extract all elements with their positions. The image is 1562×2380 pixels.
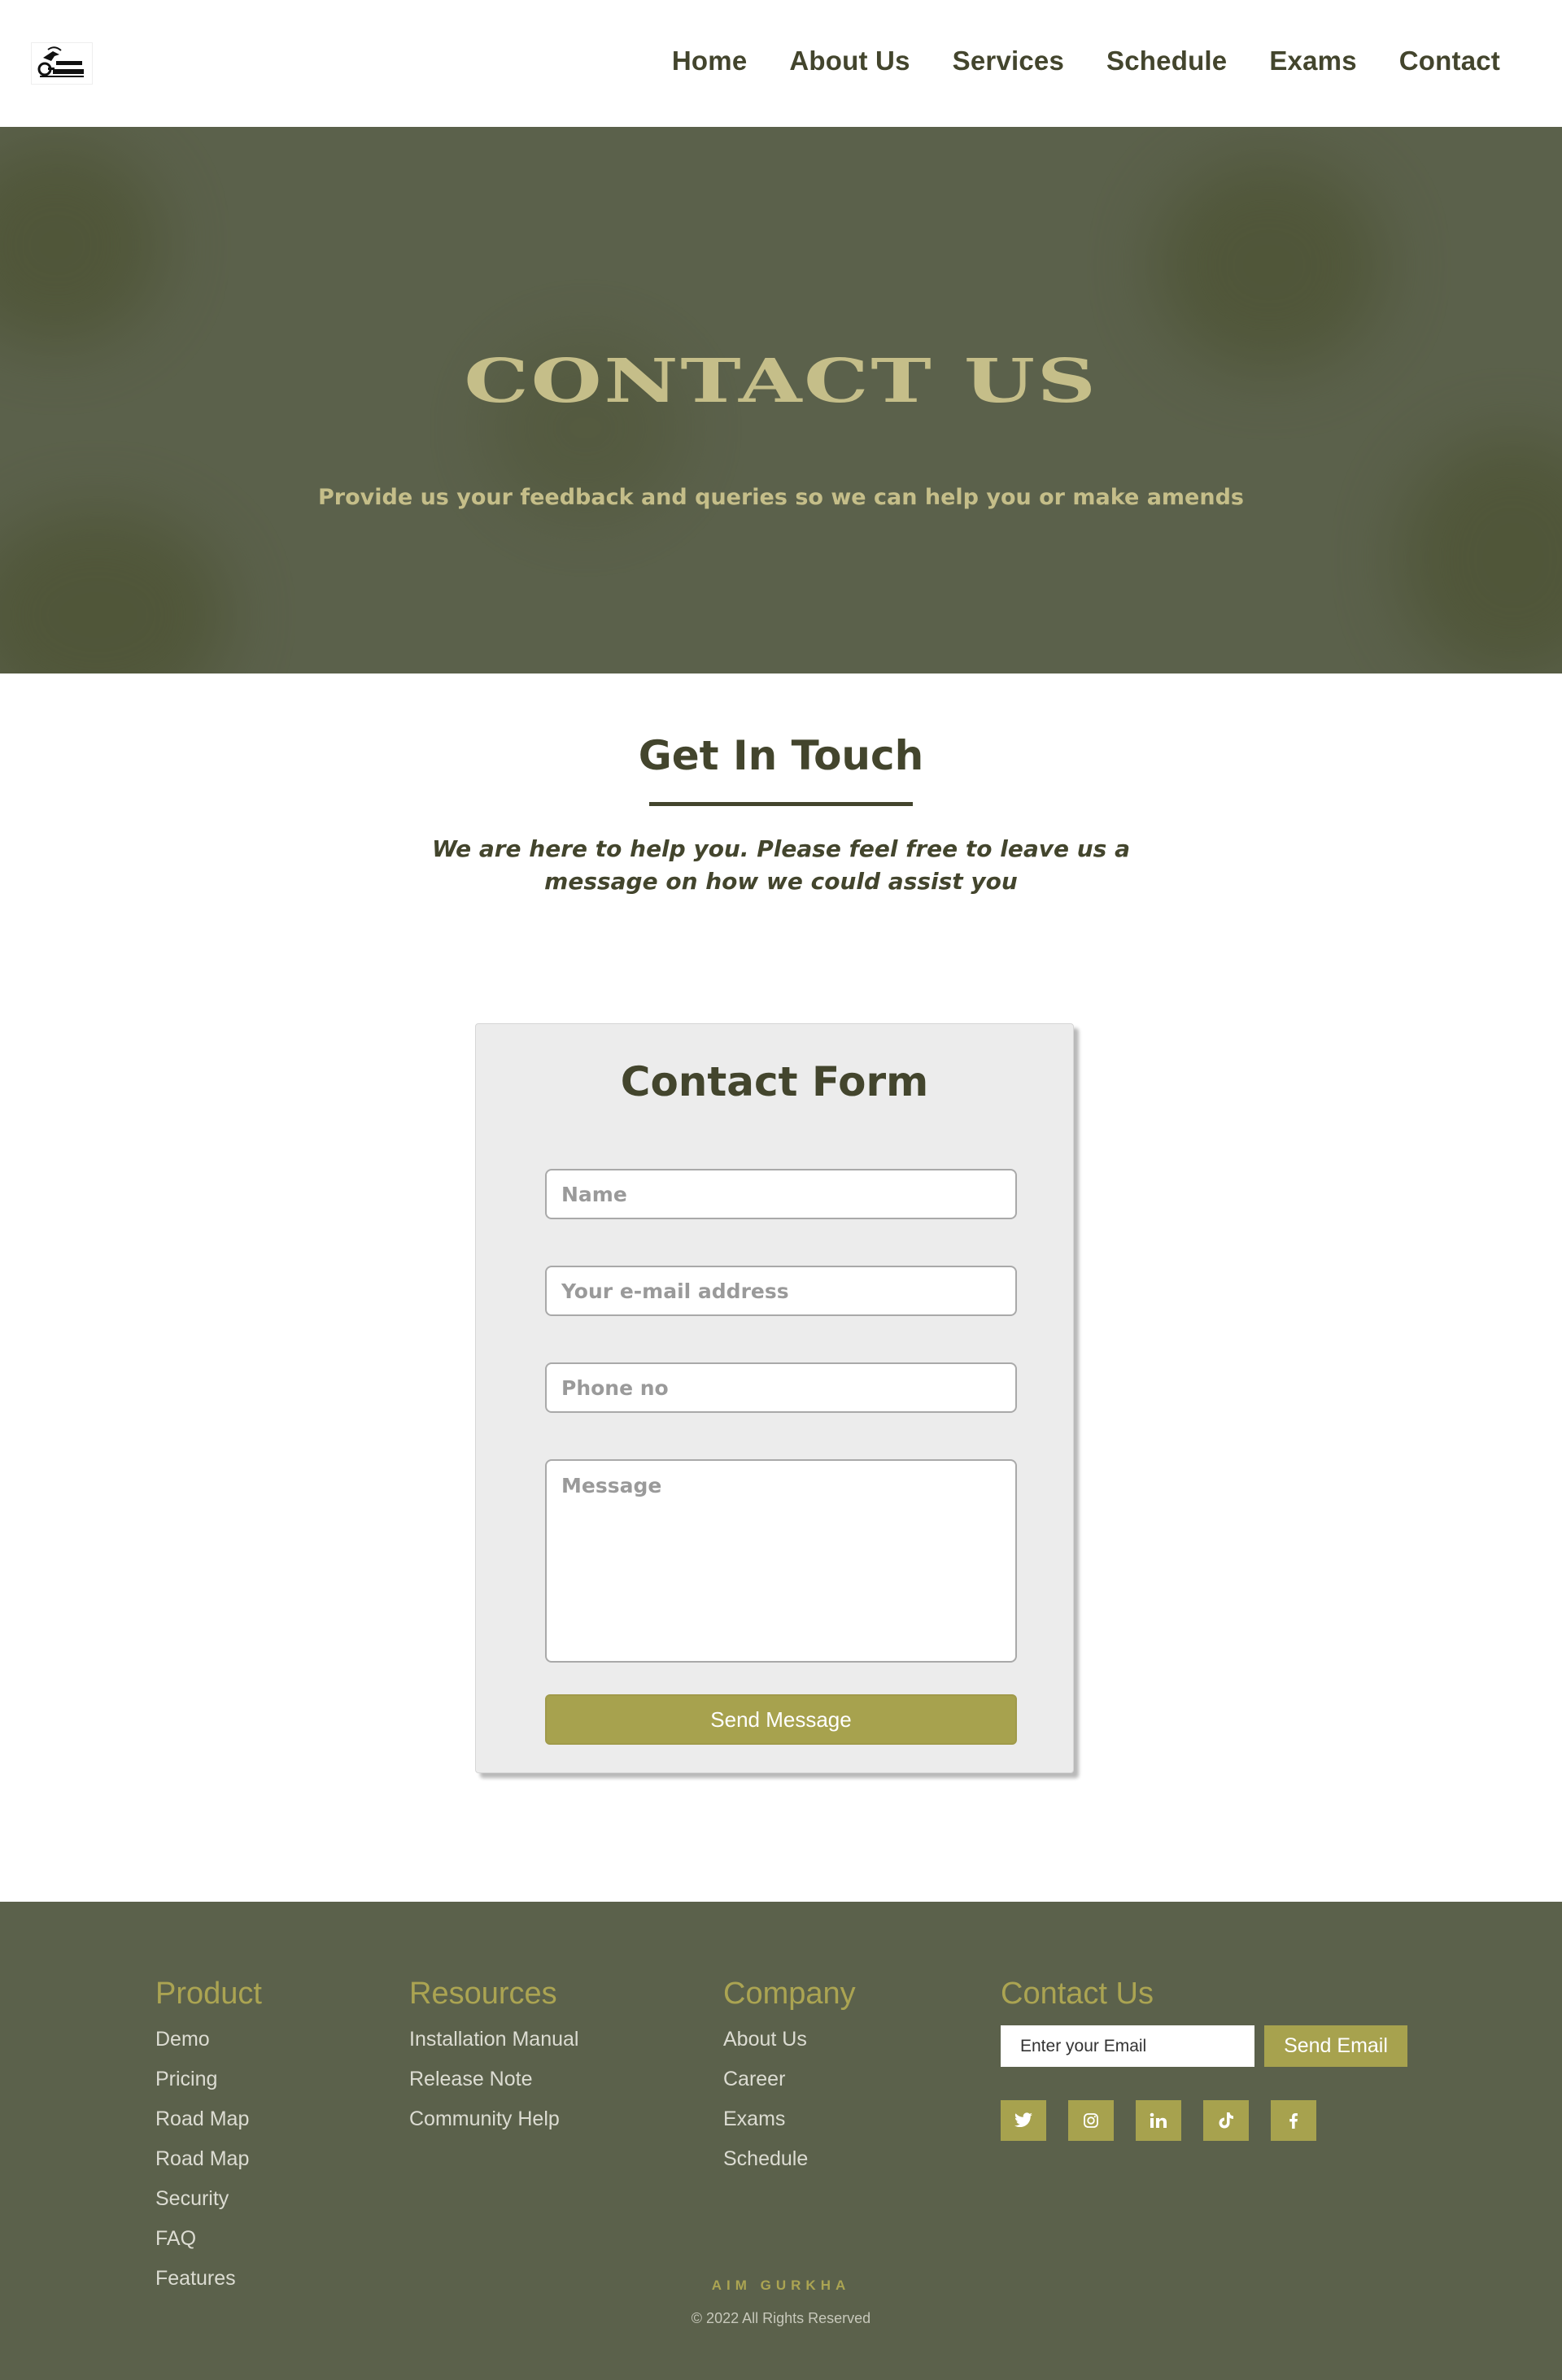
nav-schedule[interactable]: Schedule bbox=[1106, 46, 1227, 76]
footer-company-title: Company bbox=[723, 1977, 856, 2011]
footer-contact-title: Contact Us bbox=[1001, 1977, 1154, 2011]
facebook-icon[interactable] bbox=[1271, 2100, 1316, 2141]
get-in-touch-heading: Get In Touch bbox=[638, 732, 924, 779]
newsletter-email-input[interactable] bbox=[1001, 2025, 1254, 2067]
footer-brand: AIM GURKHA bbox=[711, 2278, 851, 2293]
name-input[interactable] bbox=[545, 1169, 1017, 1219]
message-textarea[interactable] bbox=[545, 1459, 1017, 1663]
instagram-icon[interactable] bbox=[1068, 2100, 1114, 2141]
site-logo[interactable] bbox=[31, 42, 93, 85]
site-header: Home About Us Services Schedule Exams Co… bbox=[0, 0, 1562, 127]
nav-home[interactable]: Home bbox=[672, 46, 748, 76]
footer-link-release-note[interactable]: Release Note bbox=[409, 2060, 578, 2099]
twitter-icon[interactable] bbox=[1001, 2100, 1046, 2141]
nav-services[interactable]: Services bbox=[953, 46, 1064, 76]
footer-link-security[interactable]: Security bbox=[155, 2179, 262, 2219]
linkedin-icon[interactable] bbox=[1136, 2100, 1181, 2141]
hero-title: CONTACT US bbox=[464, 347, 1098, 416]
footer-link-installation-manual[interactable]: Installation Manual bbox=[409, 2020, 578, 2060]
footer-resources-column: Resources Installation Manual Release No… bbox=[409, 1977, 578, 2139]
send-email-button[interactable]: Send Email bbox=[1264, 2025, 1407, 2067]
social-links bbox=[1001, 2100, 1316, 2141]
hero-blur-blob bbox=[0, 509, 228, 673]
nav-exams[interactable]: Exams bbox=[1269, 46, 1356, 76]
send-message-button[interactable]: Send Message bbox=[545, 1694, 1017, 1745]
footer-link-road-map-2[interactable]: Road Map bbox=[155, 2139, 262, 2179]
email-input[interactable] bbox=[545, 1266, 1017, 1316]
footer-resources-title: Resources bbox=[409, 1977, 557, 2011]
footer-product-column: Product Demo Pricing Road Map Road Map S… bbox=[155, 1977, 262, 2299]
phone-input[interactable] bbox=[545, 1362, 1017, 1413]
nav-contact[interactable]: Contact bbox=[1399, 46, 1500, 76]
contact-form-card: Contact Form Send Message bbox=[475, 1023, 1074, 1773]
hero-blur-blob bbox=[1155, 159, 1383, 371]
hero-subtitle: Provide us your feedback and queries so … bbox=[318, 485, 1244, 510]
get-in-touch-text: We are here to help you. Please feel fre… bbox=[432, 835, 1130, 895]
hero-blur-blob bbox=[0, 143, 163, 347]
footer-link-career[interactable]: Career bbox=[723, 2060, 856, 2099]
footer-company-column: Company About Us Career Exams Schedule bbox=[723, 1977, 856, 2179]
footer-link-schedule[interactable]: Schedule bbox=[723, 2139, 856, 2179]
site-footer: Product Demo Pricing Road Map Road Map S… bbox=[0, 1902, 1562, 2380]
contact-form-title: Contact Form bbox=[620, 1058, 929, 1105]
hero-blur-blob bbox=[1399, 436, 1562, 673]
footer-contact-column: Contact Us Send Email bbox=[1001, 1977, 1424, 2172]
footer-link-demo[interactable]: Demo bbox=[155, 2020, 262, 2060]
footer-product-title: Product bbox=[155, 1977, 262, 2011]
heading-underline bbox=[649, 802, 913, 806]
footer-link-about-us[interactable]: About Us bbox=[723, 2020, 856, 2060]
footer-link-road-map[interactable]: Road Map bbox=[155, 2099, 262, 2139]
nav-about-us[interactable]: About Us bbox=[789, 46, 910, 76]
footer-link-faq[interactable]: FAQ bbox=[155, 2219, 262, 2259]
footer-link-exams[interactable]: Exams bbox=[723, 2099, 856, 2139]
main-nav: Home About Us Services Schedule Exams Co… bbox=[672, 46, 1500, 76]
tiktok-icon[interactable] bbox=[1203, 2100, 1249, 2141]
copyright-text: © 2022 All Rights Reserved bbox=[691, 2310, 871, 2326]
footer-link-community-help[interactable]: Community Help bbox=[409, 2099, 578, 2139]
logo-mark-icon bbox=[37, 46, 84, 77]
footer-link-pricing[interactable]: Pricing bbox=[155, 2060, 262, 2099]
hero-banner: CONTACT US Provide us your feedback and … bbox=[0, 127, 1562, 673]
